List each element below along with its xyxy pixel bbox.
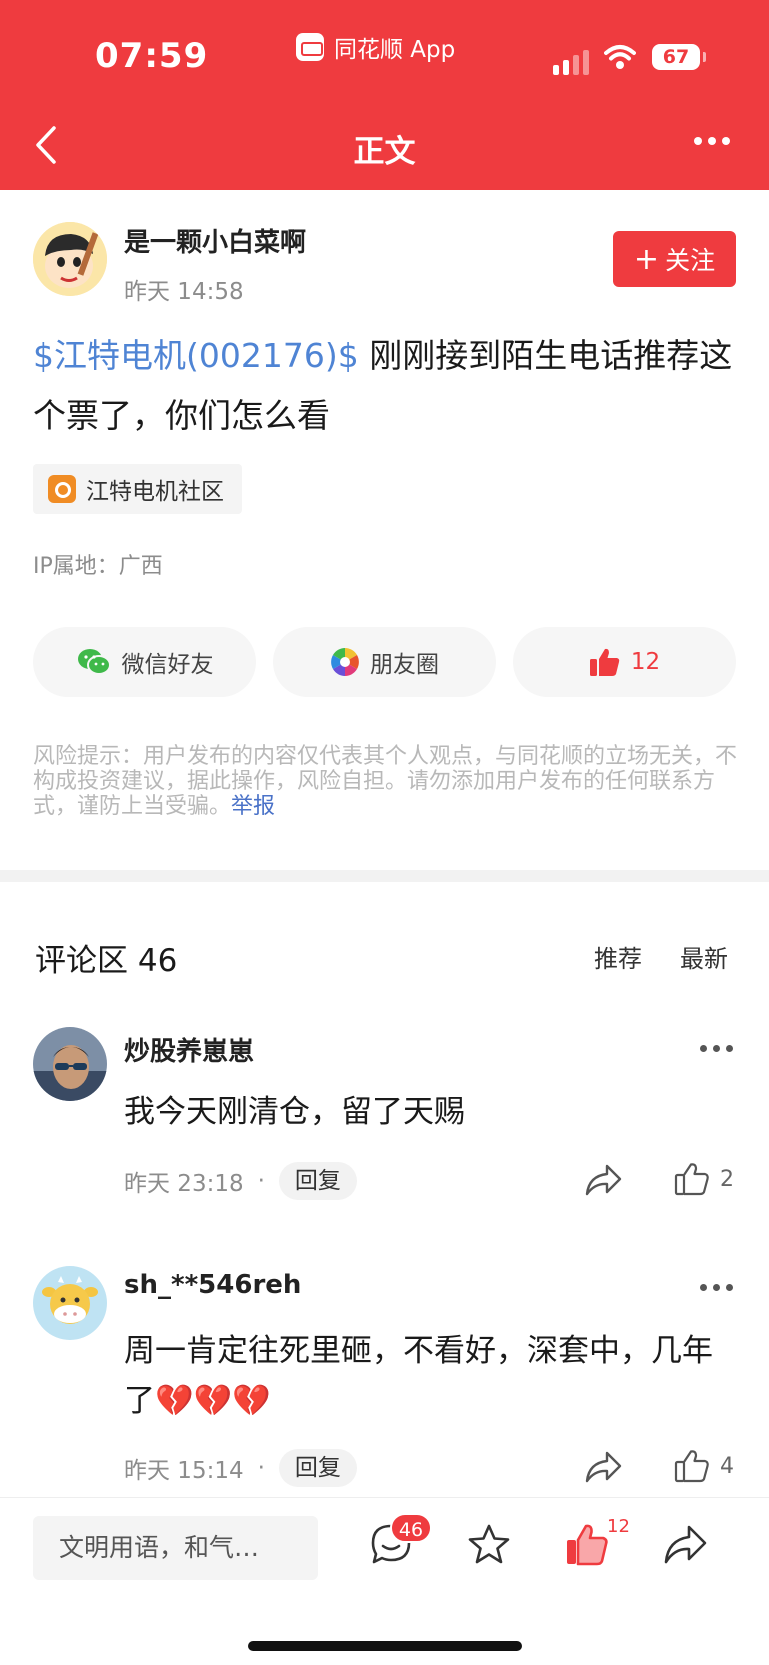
comment-like-button[interactable]: 4 xyxy=(674,1449,734,1483)
community-label: 江特电机社区 xyxy=(86,479,224,505)
risk-notice: 风险提示：用户发布的内容仅代表其个人观点，与同花顺的立场无关，不构成投资建议，据… xyxy=(33,744,738,819)
sort-latest-tab[interactable]: 最新 xyxy=(680,939,728,974)
risk-notice-text: 风险提示：用户发布的内容仅代表其个人观点，与同花顺的立场无关，不构成投资建议，据… xyxy=(33,744,738,819)
author-avatar[interactable] xyxy=(33,222,107,296)
comment-more-icon[interactable] xyxy=(700,1284,733,1291)
wifi-icon xyxy=(604,45,636,69)
like-active-icon[interactable] xyxy=(564,1522,610,1568)
post-content: $江特电机(002176)$ 刚刚接到陌生电话推荐这个票了，你们怎么看 xyxy=(33,326,733,446)
reply-button[interactable]: 回复 xyxy=(278,1449,357,1487)
reply-button[interactable]: 回复 xyxy=(278,1162,357,1200)
share-moments-button[interactable]: 朋友圈 xyxy=(273,627,496,697)
status-app-name: 同花顺 App xyxy=(334,37,456,63)
community-tag[interactable]: 江特电机社区 xyxy=(33,464,242,514)
cartoon-avatar-icon xyxy=(33,222,107,296)
home-indicator xyxy=(248,1641,522,1651)
thumbs-up-icon xyxy=(589,648,620,676)
signal-icon xyxy=(553,50,589,75)
photo-avatar-icon xyxy=(33,1027,107,1101)
comment-text: 周一肯定往死里砸，不看好，深套中，几年了💔💔💔 xyxy=(124,1333,713,1419)
comment-like-count: 2 xyxy=(720,1166,734,1192)
app-logo-icon xyxy=(296,33,324,61)
author-name[interactable]: 是一颗小白菜啊 xyxy=(124,222,306,259)
follow-label: 关注 xyxy=(665,246,716,275)
share-wechat-button[interactable]: 微信好友 xyxy=(33,627,256,697)
share-icon[interactable] xyxy=(583,1162,623,1198)
header: 07:59 同花顺 App 67 正文 xyxy=(0,0,769,190)
commenter-avatar[interactable] xyxy=(33,1027,107,1101)
report-link[interactable]: 举报 xyxy=(231,794,275,819)
separator-dot: · xyxy=(257,1168,265,1194)
share-icon[interactable] xyxy=(583,1449,623,1485)
commenter-name[interactable]: 炒股养崽崽 xyxy=(124,1031,254,1068)
comment-more-icon[interactable] xyxy=(700,1045,733,1052)
comment-like-count: 4 xyxy=(720,1453,734,1479)
comment-time: 昨天 15:14 xyxy=(124,1458,244,1484)
status-time: 07:59 xyxy=(95,36,209,76)
comment-like-button[interactable]: 2 xyxy=(674,1162,734,1196)
share-row: 微信好友 朋友圈 12 xyxy=(33,627,736,697)
status-app-indicator[interactable]: 同花顺 App xyxy=(296,30,455,64)
page-title: 正文 xyxy=(353,134,416,170)
comment-input[interactable]: 文明用语，和气… xyxy=(33,1516,318,1580)
comment-count-badge: 46 xyxy=(390,1513,432,1543)
sort-recommended-tab[interactable]: 推荐 xyxy=(594,939,642,974)
wechat-icon xyxy=(77,649,111,675)
separator-dot: · xyxy=(257,1455,265,1481)
plus-icon: + xyxy=(633,241,660,277)
stock-tag-link[interactable]: $江特电机(002176)$ xyxy=(33,336,359,375)
commenter-avatar[interactable] xyxy=(33,1266,107,1340)
thumbs-up-outline-icon xyxy=(674,1450,709,1483)
comments-title: 评论区 46 xyxy=(35,943,178,979)
ip-location: IP属地：广西 xyxy=(33,554,163,579)
share-moments-label: 朋友圈 xyxy=(370,652,439,678)
follow-button[interactable]: + 关注 xyxy=(613,231,736,287)
forward-icon[interactable] xyxy=(662,1522,708,1568)
comment-text: 我今天刚清仓，留了天赐 xyxy=(124,1094,465,1130)
community-icon xyxy=(48,475,76,503)
comment-meta: 昨天 23:18 · 回复 xyxy=(124,1162,357,1200)
comment-meta: 昨天 15:14 · 回复 xyxy=(124,1449,357,1487)
cow-avatar-icon xyxy=(33,1266,107,1340)
star-icon[interactable] xyxy=(466,1522,512,1568)
battery-icon: 67 xyxy=(652,44,706,70)
like-post-button[interactable]: 12 xyxy=(513,627,736,697)
post-time: 昨天 14:58 xyxy=(124,279,244,305)
bottom-bar: 文明用语，和气… 46 12 xyxy=(0,1497,769,1665)
post-like-count: 12 xyxy=(630,649,661,675)
section-divider xyxy=(0,870,769,882)
share-wechat-label: 微信好友 xyxy=(121,652,214,678)
more-options-icon[interactable] xyxy=(694,137,730,145)
comment-time: 昨天 23:18 xyxy=(124,1171,244,1197)
thumbs-up-outline-icon xyxy=(674,1163,709,1196)
bottom-like-count: 12 xyxy=(607,1516,630,1537)
commenter-name[interactable]: sh_**546reh xyxy=(124,1270,301,1300)
moments-icon xyxy=(331,648,359,676)
